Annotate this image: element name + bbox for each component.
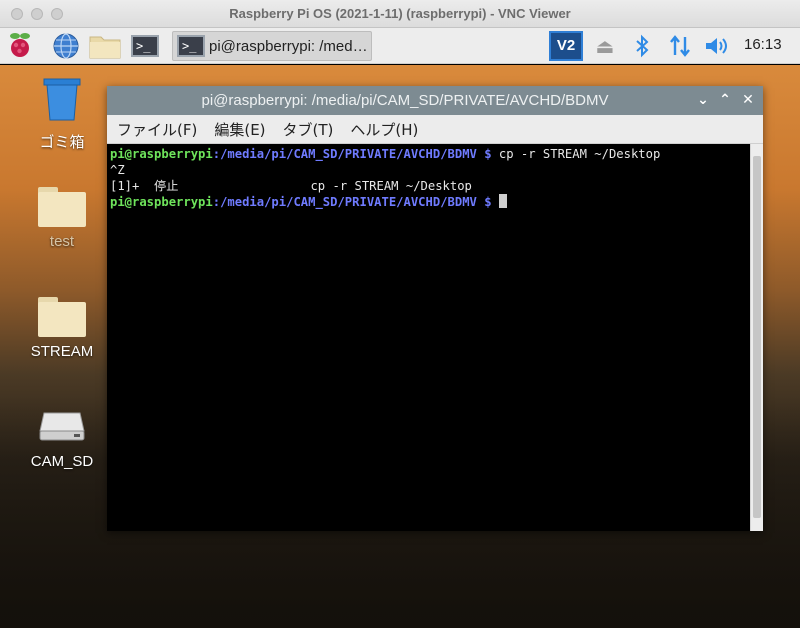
file-manager-launcher[interactable] [88,31,122,61]
scrollbar[interactable] [750,144,763,531]
vnc-viewer-titlebar: Raspberry Pi OS (2021-1-11) (raspberrypi… [0,0,800,28]
eject-icon[interactable]: ⏏ [591,31,619,61]
command-text: cp -r STREAM ~/Desktop [491,147,661,161]
terminal-launcher[interactable]: >_ [128,31,162,61]
menu-edit[interactable]: 編集(E) [214,119,265,140]
vnc-viewer-title: Raspberry Pi OS (2021-1-11) (raspberrypi… [229,6,571,21]
folder-icon [89,36,121,59]
browser-launcher[interactable] [49,31,83,61]
terminal-line: [1]+ 停止 cp -r STREAM ~/Desktop [110,179,472,193]
raspberry-icon [10,33,30,57]
folder-icon [38,187,86,227]
menu-help[interactable]: ヘルプ(H) [350,119,418,140]
bluetooth-icon[interactable] [628,31,656,61]
scrollbar-thumb[interactable] [753,156,761,518]
folder-icon [38,297,86,337]
desktop-icon-label: CAM_SD [30,453,94,470]
clock: 16:13 [744,36,782,53]
chevron-down-icon[interactable]: ⌄ [695,92,711,108]
prompt-path: :/media/pi/CAM_SD/PRIVATE/AVCHD/BDMV $ [212,195,492,209]
terminal-window[interactable]: pi@raspberrypi: /media/pi/CAM_SD/PRIVATE… [107,86,763,531]
terminal-line: ^Z [110,163,125,177]
window-title: pi@raspberrypi: /media/pi/CAM_SD/PRIVATE… [201,92,609,109]
menu-tab[interactable]: タブ(T) [283,119,334,140]
text-cursor [498,194,507,208]
desktop-icon-label: test [49,233,75,250]
terminal-output[interactable]: pi@raspberrypi:/media/pi/CAM_SD/PRIVATE/… [107,144,763,531]
taskbar-terminal-task[interactable]: >_ pi@raspberrypi: /med… [172,31,372,61]
prompt-user: pi@raspberrypi [110,147,213,161]
terminal-line: pi@raspberrypi:/media/pi/CAM_SD/PRIVATE/… [110,194,763,210]
close-icon[interactable]: ✕ [740,92,756,108]
volume-icon[interactable] [703,31,731,61]
window-titlebar[interactable]: pi@raspberrypi: /media/pi/CAM_SD/PRIVATE… [107,86,763,115]
desktop-icon-stream[interactable]: STREAM [22,297,102,360]
network-arrows-icon[interactable] [666,31,694,61]
terminal-icon: >_ [177,35,205,57]
desktop-icon-label: ゴミ箱 [39,134,85,151]
prompt-path: :/media/pi/CAM_SD/PRIVATE/AVCHD/BDMV $ [212,147,492,161]
prompt-user: pi@raspberrypi [110,195,213,209]
desktop-icon-cam-sd[interactable]: CAM_SD [22,409,102,470]
drive-icon [39,412,85,441]
raspberry-menu-button[interactable] [3,31,37,61]
terminal-line: pi@raspberrypi:/media/pi/CAM_SD/PRIVATE/… [110,146,763,162]
menu-file[interactable]: ファイル(F) [117,119,197,140]
desktop-icon-label: STREAM [30,343,94,360]
desktop-icon-trash[interactable]: ゴミ箱 [22,77,102,152]
globe-icon [53,33,79,59]
taskbar-panel: >_ >_ pi@raspberrypi: /med… V2 ⏏ 16:13 [0,28,800,64]
task-label: pi@raspberrypi: /med… [209,37,368,55]
vnc-server-icon[interactable]: V2 [549,31,583,61]
trash-icon [43,78,81,121]
terminal-icon: >_ [131,35,159,57]
desktop-icon-test[interactable]: test [22,187,102,250]
window-menubar: ファイル(F) 編集(E) タブ(T) ヘルプ(H) [107,115,763,144]
chevron-up-icon[interactable]: ⌃ [717,92,733,108]
